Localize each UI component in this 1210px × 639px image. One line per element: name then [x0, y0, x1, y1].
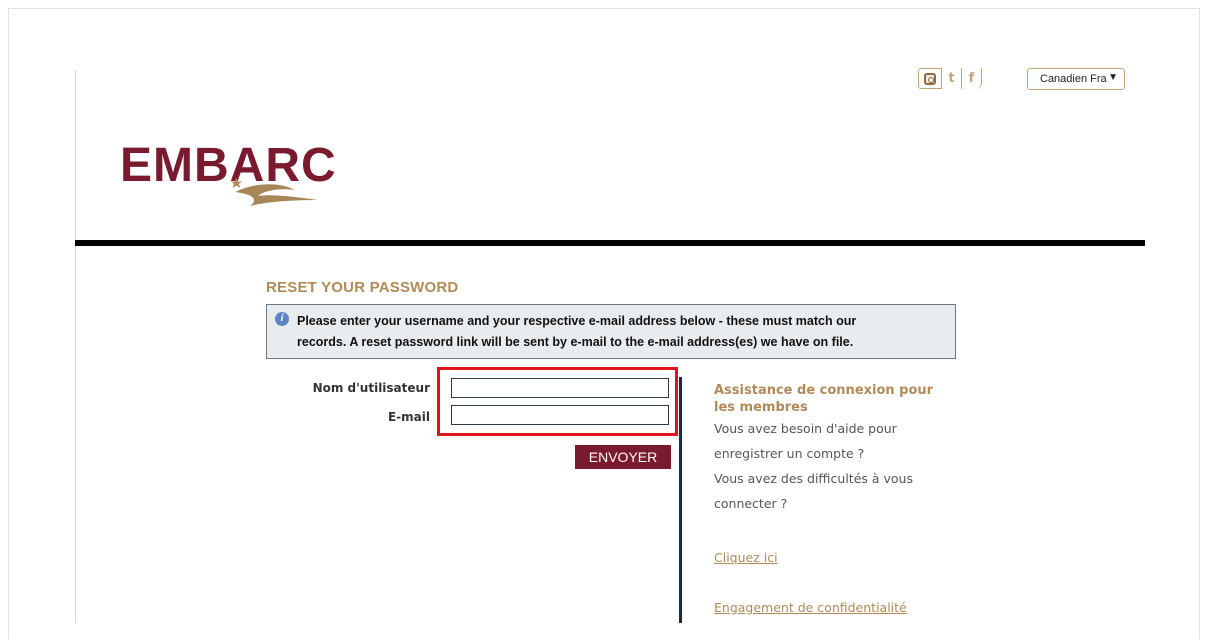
assistance-text-line3: Vous avez des difficultés à vous: [714, 471, 913, 486]
info-icon: i: [275, 312, 289, 326]
header-divider: [75, 240, 1145, 246]
login-assistance: Assistance de connexion pour les membres…: [714, 382, 954, 615]
username-label: Nom d'utilisateur: [312, 381, 430, 395]
left-border: [75, 70, 76, 623]
page-title: RESET YOUR PASSWORD: [266, 279, 459, 296]
chevron-down-icon: ▼: [1108, 72, 1118, 83]
assistance-text-line2: enregistrer un compte ?: [714, 446, 865, 461]
instagram-icon[interactable]: [918, 68, 942, 89]
privacy-link[interactable]: Engagement de confidentialité: [714, 600, 907, 615]
click-here-link[interactable]: Cliquez ici: [714, 550, 778, 565]
info-box: i Please enter your username and your re…: [266, 304, 956, 359]
facebook-icon[interactable]: f: [962, 68, 982, 89]
vertical-divider: [679, 377, 682, 623]
assistance-text-line1: Vous avez besoin d'aide pour: [714, 421, 897, 436]
assistance-text-line4: connecter ?: [714, 496, 788, 511]
assistance-heading-line1: Assistance de connexion pour: [714, 383, 934, 398]
language-select[interactable]: Canadien Fra ▼: [1027, 68, 1125, 90]
language-selected: Canadien Fra: [1040, 73, 1107, 85]
fields-highlight: [437, 367, 678, 436]
twitter-icon[interactable]: t: [942, 68, 962, 89]
info-text-line1: Please enter your username and your resp…: [297, 314, 857, 328]
assistance-heading-line2: les membres: [714, 400, 808, 415]
logo-swoosh-icon: [230, 178, 318, 206]
info-text-line2: records. A reset password link will be s…: [297, 335, 854, 349]
social-links: t f: [918, 68, 982, 89]
email-label: E-mail: [387, 410, 430, 424]
submit-button[interactable]: ENVOYER: [575, 445, 671, 469]
